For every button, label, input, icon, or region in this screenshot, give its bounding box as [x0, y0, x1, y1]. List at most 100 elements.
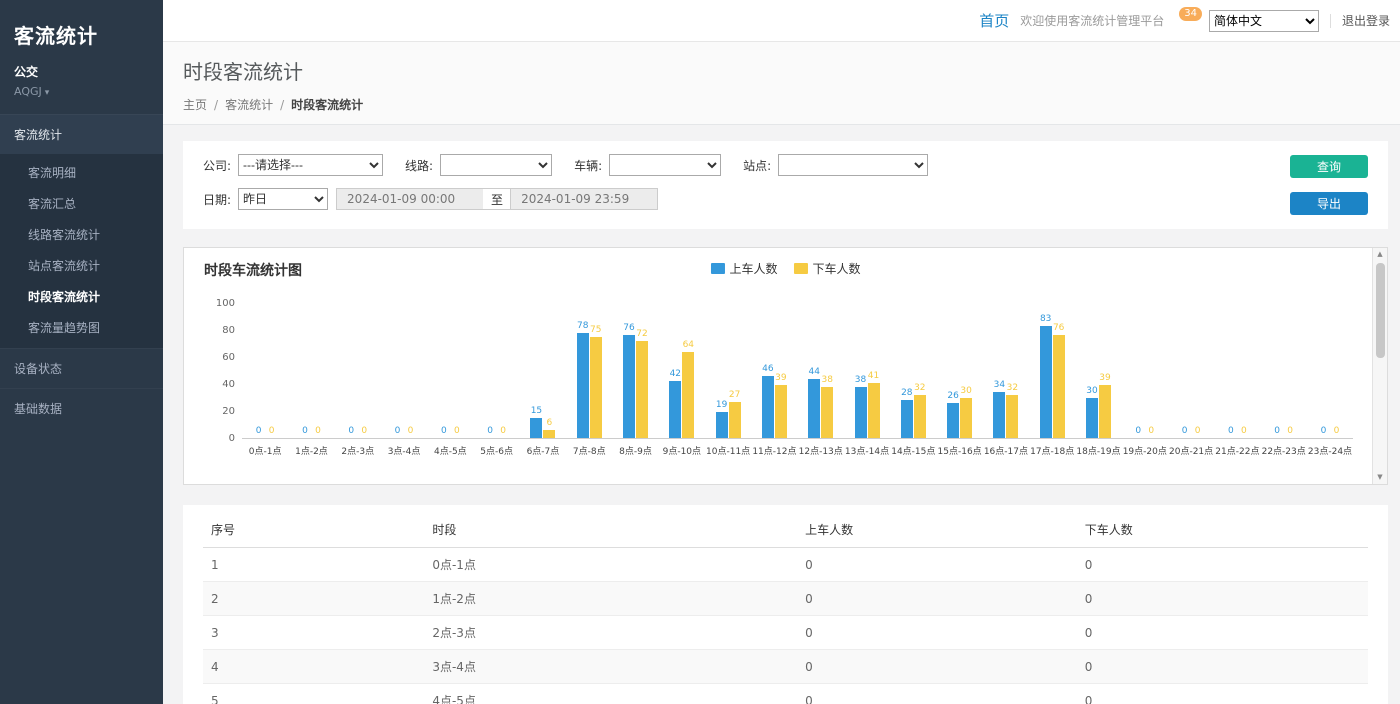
- x-tick-label: 3点-4点: [381, 439, 427, 457]
- sidebar-section[interactable]: 设备状态: [0, 348, 163, 388]
- content: 公司: ---请选择--- 线路: 车辆: 站点: 日期: 昨日: [163, 125, 1400, 704]
- legend-item[interactable]: 下车人数: [794, 260, 861, 277]
- query-button[interactable]: 查询: [1290, 155, 1368, 178]
- table-cell: 0: [797, 684, 1077, 704]
- chart-column: 463911点-12点: [751, 304, 797, 457]
- date-preset-select[interactable]: 昨日: [238, 188, 328, 210]
- table-cell: 0点-1点: [424, 548, 797, 582]
- sidebar-item[interactable]: 线路客流统计: [0, 219, 163, 250]
- table-cell: 1点-2点: [424, 582, 797, 616]
- legend-label: 上车人数: [729, 260, 777, 277]
- company-label: 公司:: [203, 157, 231, 174]
- bar-value-label: 0: [441, 427, 447, 436]
- sidebar-section[interactable]: 基础数据: [0, 388, 163, 428]
- bar-value-label: 32: [1007, 384, 1018, 393]
- date-start-input[interactable]: [336, 188, 484, 210]
- bar: [868, 383, 880, 438]
- table-cell: 0: [797, 582, 1077, 616]
- x-tick-label: 13点-14点: [844, 439, 890, 457]
- bar: [855, 387, 867, 438]
- chart-column: 443812点-13点: [798, 304, 844, 457]
- scroll-up-icon[interactable]: ▲: [1377, 248, 1382, 261]
- bar-value-label: 0: [256, 427, 262, 436]
- sidebar-item[interactable]: 客流汇总: [0, 188, 163, 219]
- table-header-cell: 序号: [203, 511, 424, 548]
- x-tick-label: 20点-21点: [1168, 439, 1214, 457]
- company-code-dropdown[interactable]: AQGJ▾: [14, 85, 149, 98]
- breadcrumb-current: 时段客流统计: [291, 96, 363, 113]
- bar: [1006, 395, 1018, 438]
- org-block: 公交 AQGJ▾: [0, 55, 163, 114]
- sidebar-submenu: 客流明细客流汇总线路客流统计站点客流统计时段客流统计客流量趋势图: [0, 154, 163, 348]
- bar-value-label: 41: [868, 372, 879, 381]
- bar: [530, 418, 542, 438]
- legend-item[interactable]: 上车人数: [710, 260, 777, 277]
- date-to-label: 至: [483, 188, 511, 210]
- bar: [682, 352, 694, 438]
- x-tick-label: 21点-22点: [1214, 439, 1260, 457]
- language-select[interactable]: 简体中文: [1209, 10, 1319, 32]
- x-tick-label: 22点-23点: [1261, 439, 1307, 457]
- chevron-down-icon: ▾: [45, 88, 50, 98]
- notification-badge[interactable]: 34: [1179, 7, 1202, 21]
- brand-title: 客流统计: [0, 0, 163, 55]
- chart-column: 0020点-21点: [1168, 304, 1214, 457]
- y-tick-label: 100: [216, 299, 235, 309]
- bar: [914, 395, 926, 438]
- chart-column: 0022点-23点: [1261, 304, 1307, 457]
- legend-label: 下车人数: [813, 260, 861, 277]
- bar-value-label: 0: [408, 427, 414, 436]
- sidebar-item[interactable]: 客流明细: [0, 157, 163, 188]
- legend-swatch: [794, 263, 808, 274]
- line-select[interactable]: [440, 154, 552, 176]
- y-tick-label: 20: [222, 407, 235, 417]
- sidebar-item[interactable]: 时段客流统计: [0, 281, 163, 312]
- export-button[interactable]: 导出: [1290, 192, 1368, 215]
- chart-yaxis: 020406080100: [204, 304, 242, 439]
- bar: [623, 335, 635, 438]
- sidebar-item[interactable]: 站点客流统计: [0, 250, 163, 281]
- company-select[interactable]: ---请选择---: [238, 154, 383, 176]
- logout-link[interactable]: 退出登录: [1342, 12, 1390, 29]
- bar-value-label: 0: [454, 427, 460, 436]
- x-tick-label: 7点-8点: [566, 439, 612, 457]
- station-select[interactable]: [778, 154, 928, 176]
- bar-value-label: 19: [716, 401, 727, 410]
- chart-column: 837617点-18点: [1029, 304, 1075, 457]
- bar-value-label: 34: [994, 381, 1005, 390]
- bar-value-label: 6: [547, 419, 553, 428]
- table-header-cell: 时段: [424, 511, 797, 548]
- table-cell: 3: [203, 616, 424, 650]
- table-header-cell: 下车人数: [1077, 511, 1368, 548]
- chart-column: 263015点-16点: [936, 304, 982, 457]
- scrollbar-thumb[interactable]: [1376, 263, 1385, 358]
- x-tick-label: 17点-18点: [1029, 439, 1075, 457]
- x-tick-label: 14点-15点: [890, 439, 936, 457]
- sidebar-item[interactable]: 客流量趋势图: [0, 312, 163, 343]
- breadcrumb-home[interactable]: 主页: [183, 96, 207, 113]
- scroll-down-icon[interactable]: ▼: [1377, 471, 1382, 484]
- bar: [775, 385, 787, 438]
- chart-column: 003点-4点: [381, 304, 427, 457]
- bar-value-label: 0: [361, 427, 367, 436]
- breadcrumb-section[interactable]: 客流统计: [225, 96, 273, 113]
- bar: [762, 376, 774, 438]
- home-link[interactable]: 首页: [979, 10, 1009, 31]
- sidebar-section[interactable]: 客流统计: [0, 114, 163, 154]
- bar: [669, 381, 681, 438]
- vehicle-select[interactable]: [609, 154, 721, 176]
- bar-value-label: 0: [1241, 427, 1247, 436]
- date-end-input[interactable]: [510, 188, 658, 210]
- topbar: 首页 欢迎使用客流统计管理平台 34 简体中文 退出登录: [163, 0, 1400, 42]
- main-area: 首页 欢迎使用客流统计管理平台 34 简体中文 退出登录 时段客流统计 主页/ …: [163, 0, 1400, 704]
- chart-column: 78757点-8点: [566, 304, 612, 457]
- bar: [716, 412, 728, 438]
- bar: [1099, 385, 1111, 438]
- table-cell: 4点-5点: [424, 684, 797, 704]
- table-row: 21点-2点00: [203, 582, 1368, 616]
- chart-column: 76728点-9点: [612, 304, 658, 457]
- bar-value-label: 30: [1086, 387, 1097, 396]
- chart-card: 时段车流统计图 上车人数下车人数 020406080100 000点-1点001…: [183, 247, 1388, 485]
- chart-scrollbar[interactable]: ▲ ▼: [1372, 248, 1387, 484]
- bar-value-label: 0: [1135, 427, 1141, 436]
